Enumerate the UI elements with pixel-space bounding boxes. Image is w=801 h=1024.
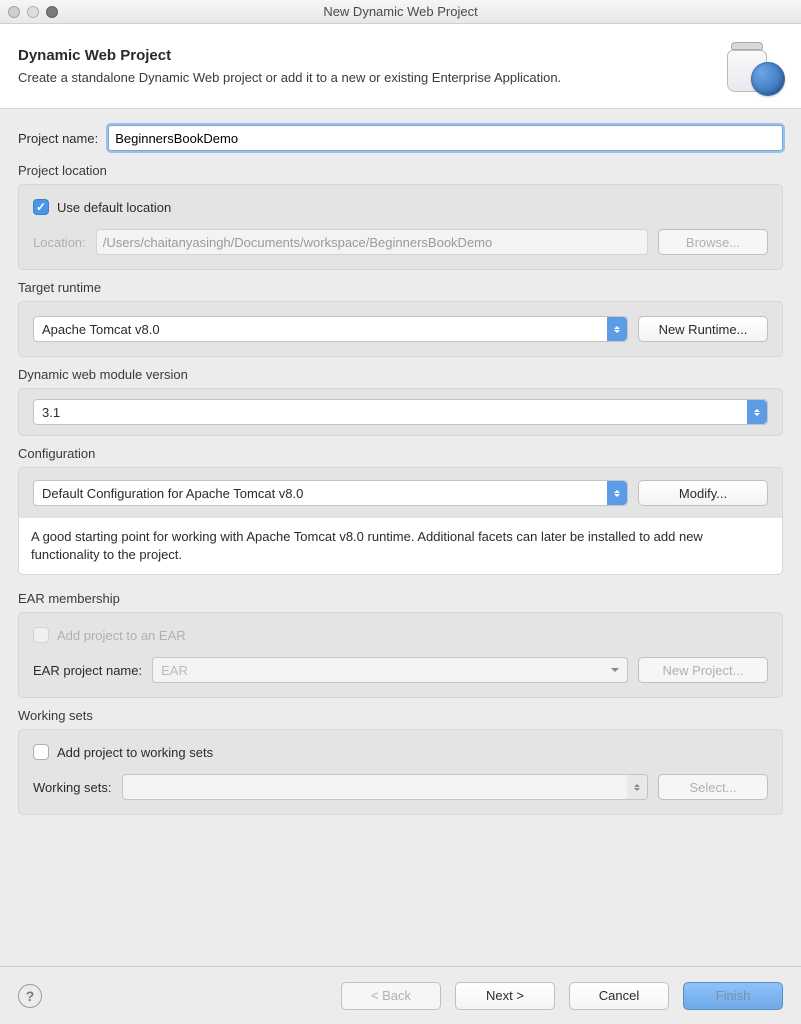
add-to-working-sets-checkbox[interactable] (33, 744, 49, 760)
project-location-section: Project location (18, 163, 783, 178)
wizard-icon (727, 38, 783, 94)
wizard-subtitle: Create a standalone Dynamic Web project … (18, 70, 561, 85)
working-sets-label: Working sets: (33, 780, 112, 795)
modify-button[interactable]: Modify... (638, 480, 768, 506)
use-default-location-checkbox[interactable] (33, 199, 49, 215)
cancel-button[interactable]: Cancel (569, 982, 669, 1010)
target-runtime-section: Target runtime (18, 280, 783, 295)
target-runtime-select[interactable]: Apache Tomcat v8.0 (33, 316, 628, 342)
wizard-header: Dynamic Web Project Create a standalone … (0, 24, 801, 109)
ear-membership-group: Add project to an EAR EAR project name: … (18, 612, 783, 698)
project-name-input[interactable] (108, 125, 783, 151)
wizard-footer: ? < Back Next > Cancel Finish (0, 966, 801, 1024)
chevron-updown-icon (747, 400, 767, 424)
target-runtime-value: Apache Tomcat v8.0 (42, 322, 160, 337)
finish-button[interactable]: Finish (683, 982, 783, 1010)
configuration-section: Configuration (18, 446, 783, 461)
back-button: < Back (341, 982, 441, 1010)
configuration-select[interactable]: Default Configuration for Apache Tomcat … (33, 480, 628, 506)
project-name-label: Project name: (18, 131, 98, 146)
wizard-body: Project name: Project location Use defau… (0, 109, 801, 833)
titlebar: New Dynamic Web Project (0, 0, 801, 24)
ear-project-name-value: EAR (161, 663, 188, 678)
globe-icon (751, 62, 785, 96)
dynamic-module-section: Dynamic web module version (18, 367, 783, 382)
next-button[interactable]: Next > (455, 982, 555, 1010)
working-sets-group: Add project to working sets Working sets… (18, 729, 783, 815)
chevron-updown-icon (627, 775, 647, 799)
dynamic-module-select[interactable]: 3.1 (33, 399, 768, 425)
configuration-value: Default Configuration for Apache Tomcat … (42, 486, 303, 501)
working-sets-section: Working sets (18, 708, 783, 723)
wizard-title: Dynamic Web Project (18, 47, 561, 64)
ear-project-name-label: EAR project name: (33, 663, 142, 678)
dynamic-module-value: 3.1 (42, 405, 60, 420)
add-to-ear-label: Add project to an EAR (57, 628, 186, 643)
target-runtime-group: Apache Tomcat v8.0 New Runtime... (18, 301, 783, 357)
location-label: Location: (33, 235, 86, 250)
ear-membership-section: EAR membership (18, 591, 783, 606)
chevron-down-icon (611, 668, 619, 672)
browse-button: Browse... (658, 229, 768, 255)
location-input (96, 229, 648, 255)
add-to-working-sets-label: Add project to working sets (57, 745, 213, 760)
working-sets-select (122, 774, 648, 800)
dynamic-module-group: 3.1 (18, 388, 783, 436)
configuration-description: A good starting point for working with A… (18, 518, 783, 575)
configuration-group: Default Configuration for Apache Tomcat … (18, 467, 783, 519)
new-runtime-button[interactable]: New Runtime... (638, 316, 768, 342)
add-to-ear-checkbox[interactable] (33, 627, 49, 643)
project-location-group: Use default location Location: Browse... (18, 184, 783, 270)
select-working-sets-button: Select... (658, 774, 768, 800)
ear-project-name-select: EAR (152, 657, 628, 683)
help-icon[interactable]: ? (18, 984, 42, 1008)
window-title: New Dynamic Web Project (0, 4, 801, 19)
use-default-location-label: Use default location (57, 200, 171, 215)
chevron-updown-icon (607, 481, 627, 505)
new-project-button: New Project... (638, 657, 768, 683)
chevron-updown-icon (607, 317, 627, 341)
